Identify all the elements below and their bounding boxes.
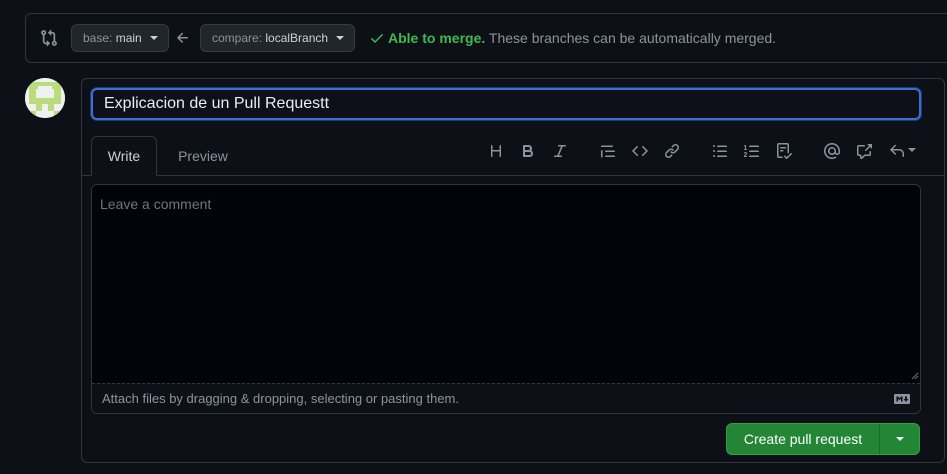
create-pull-request-button-group: Create pull request xyxy=(726,423,920,455)
git-compare-icon xyxy=(41,29,57,47)
check-icon xyxy=(371,34,383,43)
avatar[interactable] xyxy=(25,78,65,118)
merge-status-ok: Able to merge. xyxy=(388,30,486,46)
compare-branch-value: localBranch xyxy=(265,31,329,45)
link-icon xyxy=(664,143,680,159)
chevron-down-icon xyxy=(336,35,345,40)
pr-title-input[interactable] xyxy=(91,88,921,120)
chevron-down-icon xyxy=(907,148,916,152)
bold-button[interactable] xyxy=(518,141,538,161)
merge-status: Able to merge. These branches can be aut… xyxy=(369,30,776,46)
quote-icon xyxy=(601,145,615,158)
base-branch-select[interactable]: base: main xyxy=(71,24,170,52)
chevron-down-icon xyxy=(150,35,159,40)
italic-icon xyxy=(554,145,566,157)
tab-divider xyxy=(82,175,944,176)
attach-files-text: Attach files by dragging & dropping, sel… xyxy=(102,391,459,406)
markdown-icon[interactable] xyxy=(894,393,910,405)
unordered-list-icon xyxy=(713,145,727,157)
merge-status-description: These branches can be automatically merg… xyxy=(488,30,777,46)
create-pull-request-button[interactable]: Create pull request xyxy=(727,424,879,454)
task-list-button[interactable] xyxy=(774,141,794,161)
compare-bar: base: main compare: localBranch Able to … xyxy=(25,13,947,63)
task-list-icon xyxy=(777,143,792,159)
base-branch-label: base: xyxy=(83,31,113,45)
mention-icon xyxy=(824,143,840,159)
heading-icon xyxy=(491,145,501,157)
quote-button[interactable] xyxy=(598,141,618,161)
compare-branch-label: compare: xyxy=(212,31,263,45)
cross-reference-icon xyxy=(857,144,872,159)
heading-button[interactable] xyxy=(486,141,506,161)
tab-preview[interactable]: Preview xyxy=(168,136,238,176)
ordered-list-button[interactable] xyxy=(742,141,762,161)
code-icon xyxy=(632,145,648,157)
triangle-down-icon xyxy=(895,437,904,441)
identicon-image xyxy=(25,78,65,118)
compare-branch-select[interactable]: compare: localBranch xyxy=(200,24,356,52)
pull-request-form: Write Preview xyxy=(81,78,945,463)
unordered-list-button[interactable] xyxy=(710,141,730,161)
link-button[interactable] xyxy=(662,141,682,161)
cross-reference-button[interactable] xyxy=(854,141,874,161)
mention-button[interactable] xyxy=(822,141,842,161)
comment-box: Attach files by dragging & dropping, sel… xyxy=(91,184,921,414)
bold-icon xyxy=(523,145,534,157)
ordered-list-icon xyxy=(744,145,759,157)
file-attach-bar[interactable]: Attach files by dragging & dropping, sel… xyxy=(92,383,920,413)
tab-write[interactable]: Write xyxy=(91,136,157,176)
create-options-dropdown[interactable] xyxy=(880,424,919,454)
arrow-left-icon xyxy=(177,32,188,43)
comment-textarea[interactable] xyxy=(92,185,920,383)
italic-button[interactable] xyxy=(550,141,570,161)
base-branch-value: main xyxy=(115,31,142,45)
reply-icon xyxy=(889,144,904,157)
code-button[interactable] xyxy=(630,141,650,161)
saved-replies-button[interactable] xyxy=(886,141,918,161)
resize-handle-icon[interactable] xyxy=(911,372,919,380)
